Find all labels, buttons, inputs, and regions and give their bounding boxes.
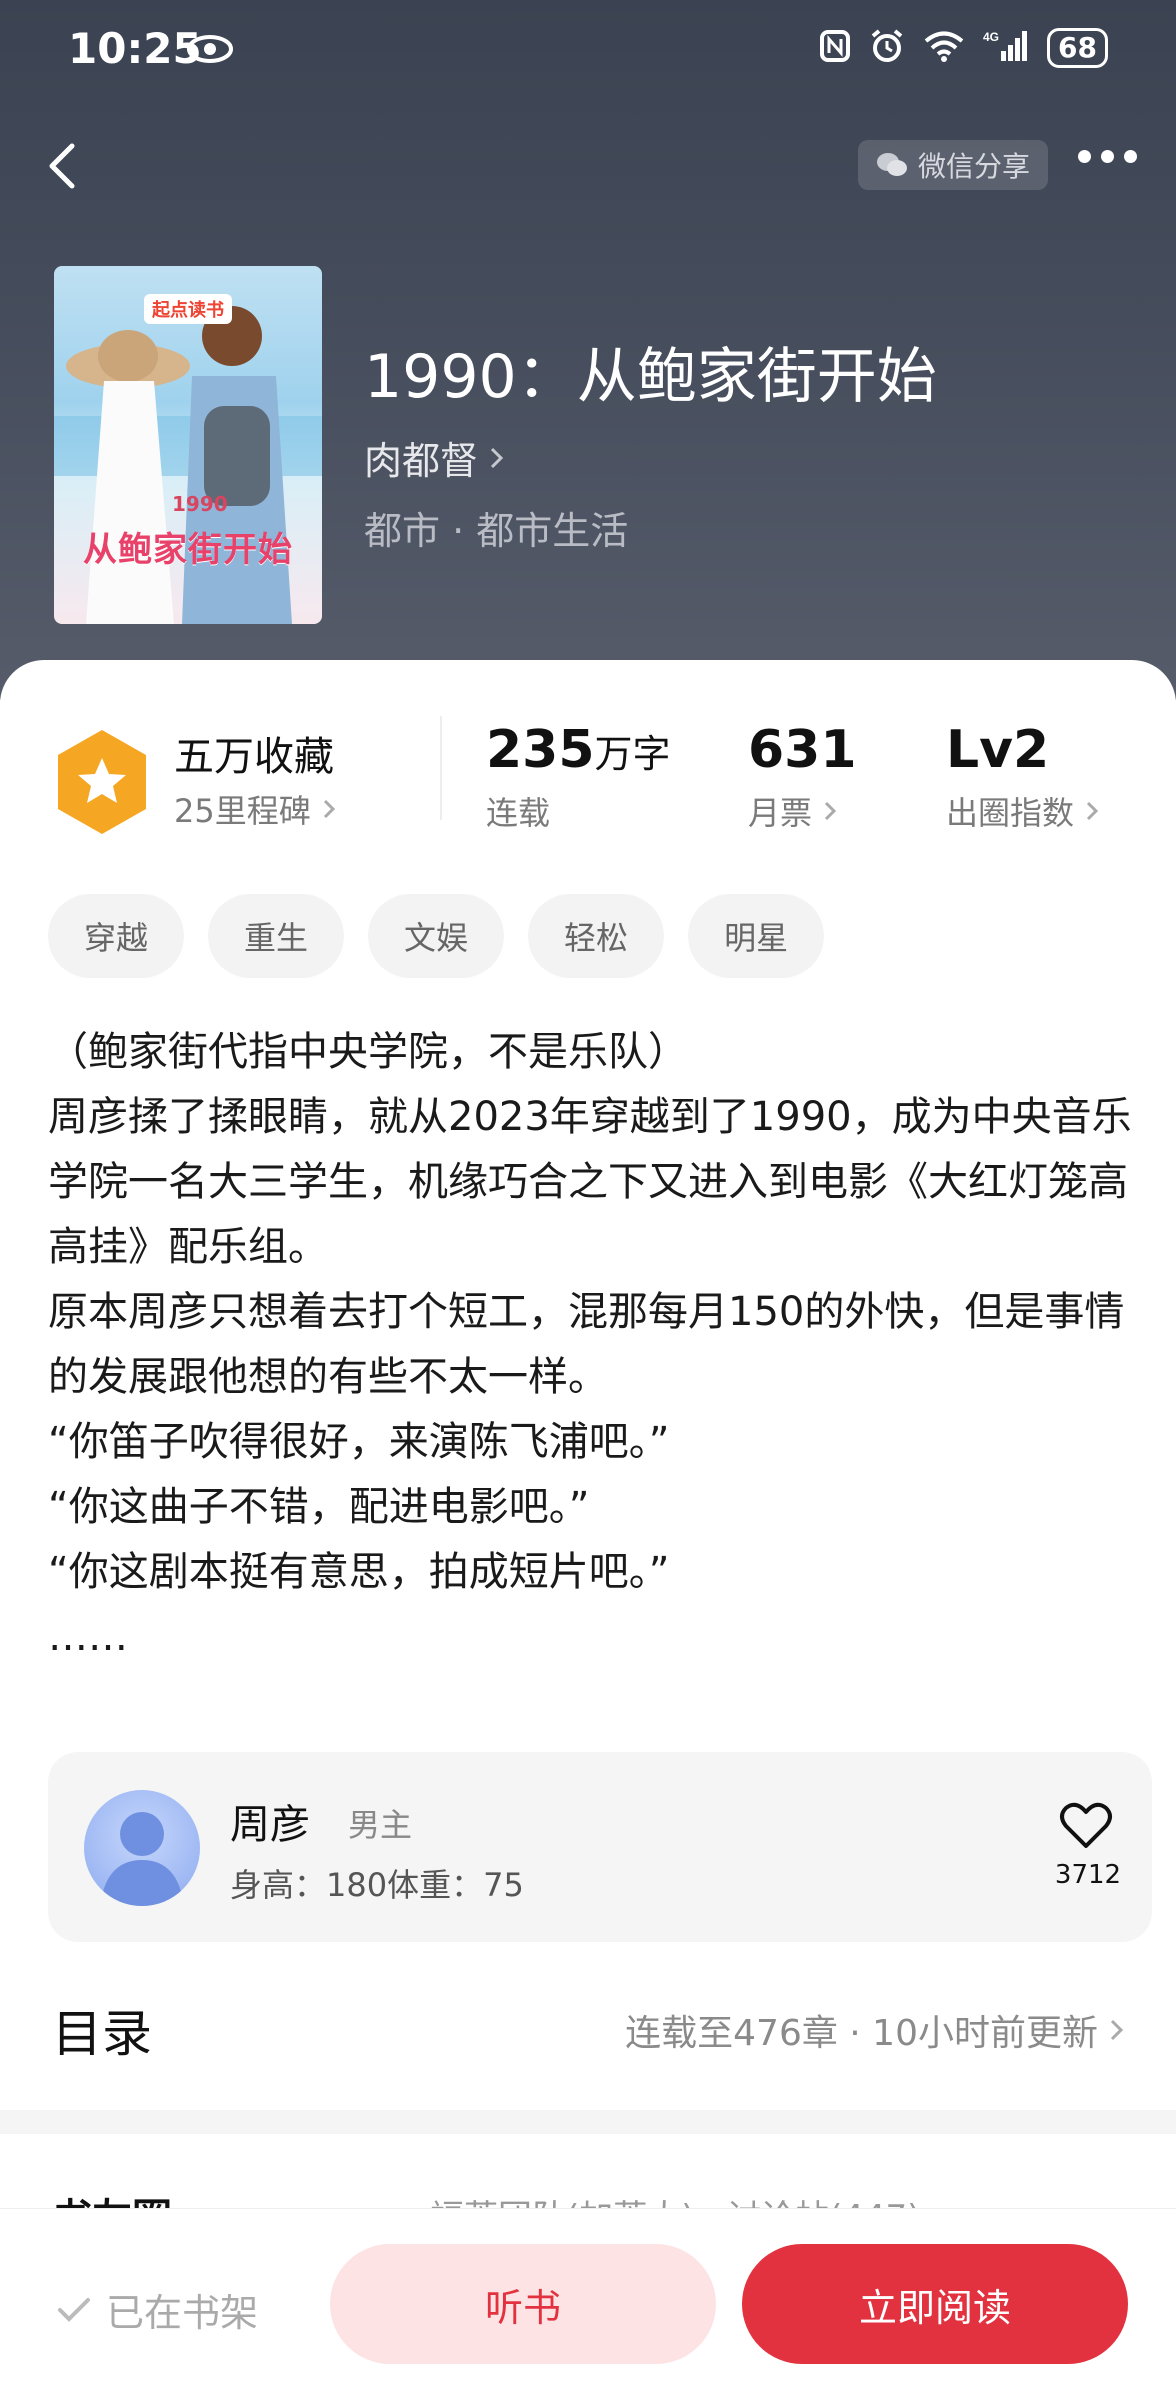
milestone-link[interactable]: 25里程碑 — [174, 786, 339, 832]
character-name: 周彦 — [230, 1802, 310, 1848]
word-count-label: 连载 — [486, 794, 551, 832]
word-count-stat: 235万字 连载 — [486, 720, 671, 834]
system-icons: 4G 68 — [819, 28, 1108, 68]
tag-chip[interactable]: 穿越 — [48, 894, 185, 978]
monthly-votes-value: 631 — [748, 720, 857, 780]
in-bookshelf-status: 已在书架 — [56, 2282, 258, 2337]
monthly-votes-stat[interactable]: 631 月票 — [748, 720, 857, 834]
cover-brand: 起点读书 — [144, 294, 232, 324]
character-avatar — [84, 1790, 200, 1906]
more-options-button[interactable] — [1078, 150, 1137, 163]
synopsis-line: “你笛子吹得很好，来演陈飞浦吧。” — [48, 1419, 670, 1465]
synopsis-line: 周彦揉了揉眼睛，就从2023年穿越到了1990，成为中央音乐学院一名大三学生，机… — [48, 1094, 1132, 1270]
chevron-right-icon — [824, 801, 837, 821]
battery-indicator: 68 — [1047, 28, 1108, 68]
eye-icon — [186, 34, 234, 68]
nfc-icon — [819, 29, 851, 67]
influence-index-label-row: 出圈指数 — [946, 788, 1102, 834]
tag-chip[interactable]: 明星 — [688, 894, 825, 978]
synopsis-line: …… — [48, 1614, 128, 1660]
stats-divider — [440, 716, 442, 820]
word-count-value: 235 — [486, 720, 595, 780]
influence-index-label: 出圈指数 — [946, 794, 1075, 832]
chevron-right-icon — [1086, 801, 1099, 821]
favorites-title: 五万收藏 — [174, 734, 334, 780]
character-detail: 身高：180体重：75 — [230, 1866, 524, 1904]
author-link[interactable]: 肉都督 — [364, 430, 508, 485]
author-name: 肉都督 — [364, 439, 479, 483]
influence-index-value: Lv2 — [946, 720, 1050, 780]
cover-year: 1990 — [172, 492, 228, 516]
in-bookshelf-label: 已在书架 — [106, 2291, 259, 2335]
read-now-button[interactable]: 立即阅读 — [742, 2244, 1128, 2364]
checkmark-icon — [58, 2297, 90, 2322]
tag-chip[interactable]: 重生 — [208, 894, 345, 978]
book-genre: 都市 · 都市生活 — [364, 509, 629, 553]
svg-text:4G: 4G — [983, 30, 999, 44]
synopsis-line: “你这曲子不错，配进电影吧。” — [48, 1484, 590, 1530]
status-bar: 10:25 4G 68 — [0, 0, 1176, 100]
section-divider — [0, 2110, 1176, 2134]
tag-list: 穿越 重生 文娱 轻松 明星 — [48, 894, 825, 978]
alarm-icon — [869, 28, 905, 68]
word-count-unit: 万字 — [594, 732, 671, 776]
influence-index-stat[interactable]: Lv2 出圈指数 — [946, 720, 1102, 834]
book-title: 1990：从鲍家街开始 — [364, 342, 937, 412]
chevron-right-icon — [490, 447, 504, 468]
wechat-share-label: 微信分享 — [918, 150, 1031, 183]
toc-update-info: 连载至476章 · 10小时前更新 — [625, 2013, 1098, 2054]
wifi-icon — [923, 30, 965, 66]
synopsis-line: （鲍家街代指中央学院，不是乐队） — [48, 1029, 688, 1075]
synopsis-line: “你这剧本挺有意思，拍成短片吧。” — [48, 1549, 670, 1595]
like-heart-icon[interactable] — [1058, 1800, 1114, 1854]
cellular-signal-icon: 4G — [983, 29, 1029, 67]
toc-link[interactable]: 连载至476章 · 10小时前更新 — [625, 2004, 1128, 2056]
like-count: 3712 — [1054, 1860, 1122, 1890]
character-card[interactable]: 周彦 男主 身高：180体重：75 3712 — [48, 1752, 1152, 1942]
listen-button[interactable]: 听书 — [330, 2244, 716, 2364]
book-cover[interactable]: 起点读书 1990 从鲍家街开始 — [54, 266, 322, 624]
back-button[interactable] — [34, 136, 94, 196]
milestone-label: 25里程碑 — [174, 792, 311, 830]
star-badge-icon — [54, 728, 150, 840]
chevron-right-icon — [323, 799, 335, 819]
synopsis-line: 原本周彦只想着去打个短工，混那每月150的外快，但是事情的发展跟他想的有些不太一… — [48, 1289, 1125, 1400]
book-synopsis[interactable]: （鲍家街代指中央学院，不是乐队） 周彦揉了揉眼睛，就从2023年穿越到了1990… — [48, 1020, 1138, 1670]
status-time: 10:25 — [68, 24, 202, 73]
character-role: 男主 — [348, 1806, 413, 1844]
tag-chip[interactable]: 轻松 — [528, 894, 665, 978]
tag-chip[interactable]: 文娱 — [368, 894, 505, 978]
wechat-share-button[interactable]: 微信分享 — [858, 140, 1049, 190]
monthly-votes-label-row: 月票 — [748, 788, 857, 834]
monthly-votes-label: 月票 — [748, 794, 813, 832]
toc-title: 目录 — [52, 2005, 152, 2063]
wechat-icon — [877, 153, 907, 176]
cover-title: 从鲍家街开始 — [83, 530, 293, 570]
chevron-right-icon — [1110, 2019, 1124, 2041]
